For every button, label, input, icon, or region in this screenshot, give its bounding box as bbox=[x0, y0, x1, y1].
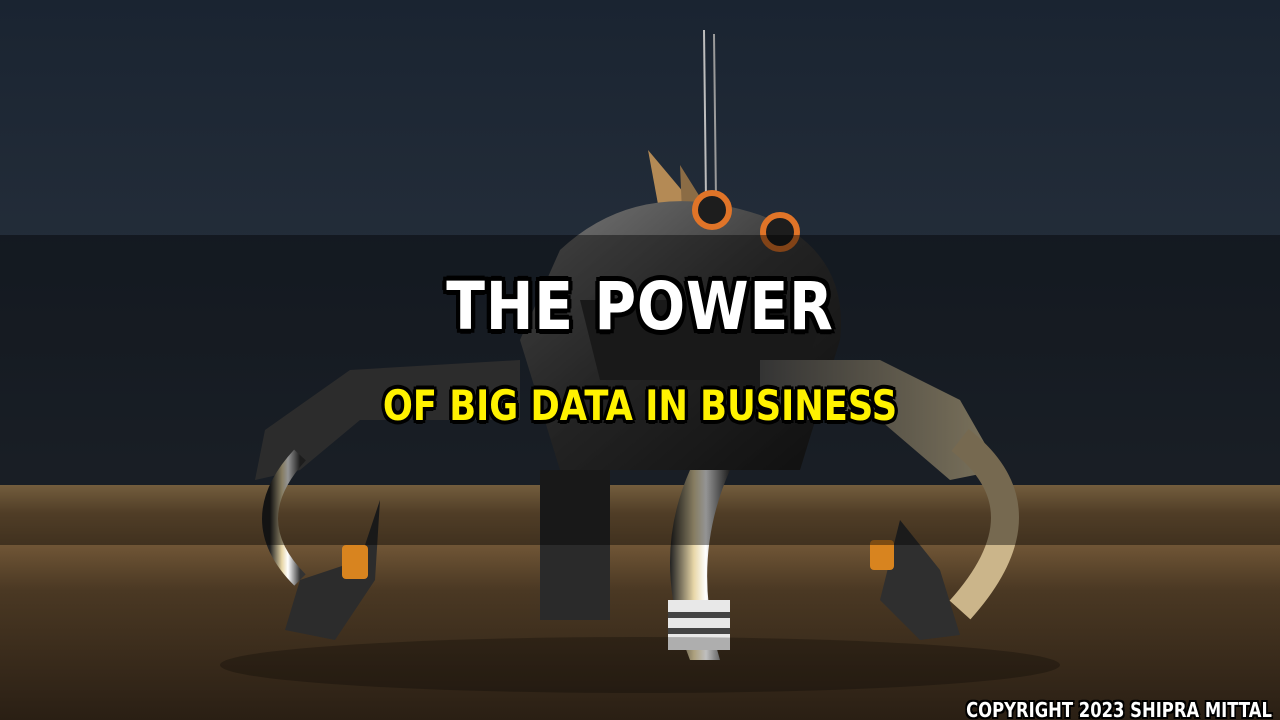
thumbnail-scene: THE POWER OF BIG DATA IN BUSINESS COPYRI… bbox=[0, 0, 1280, 720]
headline-main: THE POWER bbox=[446, 268, 834, 345]
copyright-notice: COPYRIGHT 2023 SHIPRA MITTAL bbox=[966, 698, 1272, 720]
headline-sub: OF BIG DATA IN BUSINESS bbox=[382, 381, 898, 430]
